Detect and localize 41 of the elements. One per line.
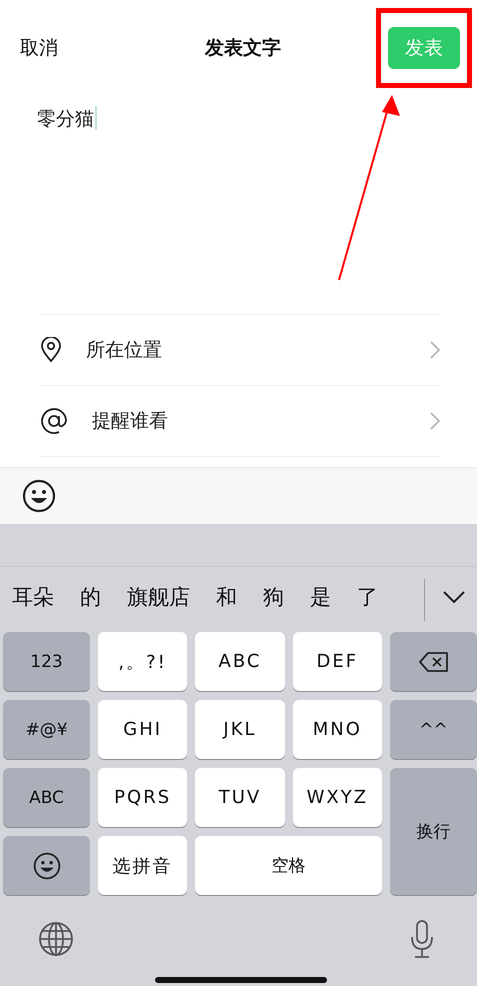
chevron-right-icon	[430, 341, 440, 359]
space-key[interactable]: 空格	[195, 836, 382, 895]
chevron-right-icon	[430, 412, 440, 430]
letter-key[interactable]: ,。?!	[98, 632, 188, 691]
letter-key[interactable]: WXYZ	[292, 768, 382, 827]
letter-key[interactable]: 选拼音	[98, 836, 188, 895]
letter-key[interactable]: GHI	[98, 700, 188, 759]
cancel-button[interactable]: 取消	[20, 35, 58, 61]
option-row[interactable]: 所在位置	[40, 315, 440, 386]
function-key[interactable]: ^^	[390, 700, 477, 759]
candidate-word[interactable]: 狗	[263, 582, 284, 610]
backspace-key[interactable]	[390, 632, 477, 691]
chevron-down-icon[interactable]	[443, 591, 465, 603]
letter-key[interactable]: MNO	[292, 700, 382, 759]
text-cursor	[95, 106, 97, 130]
function-key[interactable]: 123	[3, 632, 90, 691]
letter-key[interactable]: DEF	[292, 632, 382, 691]
return-key[interactable]: 换行	[390, 768, 477, 895]
microphone-icon[interactable]	[409, 919, 435, 959]
candidate-word[interactable]: 耳朵	[12, 582, 54, 610]
function-key[interactable]: ABC	[3, 768, 90, 827]
globe-icon[interactable]	[38, 921, 74, 957]
at-sign-icon	[40, 407, 68, 435]
letter-key[interactable]: JKL	[195, 700, 285, 759]
function-key[interactable]: #@¥	[3, 700, 90, 759]
emoji-icon[interactable]	[22, 479, 56, 513]
letter-key[interactable]: PQRS	[98, 768, 188, 827]
page-title: 发表文字	[205, 36, 281, 61]
letter-key[interactable]: TUV	[195, 768, 285, 827]
location-pin-icon	[40, 337, 62, 363]
candidate-word[interactable]: 了	[357, 582, 378, 610]
backspace-icon	[418, 650, 450, 672]
candidate-word[interactable]: 和	[216, 582, 237, 610]
candidate-word[interactable]: 的	[80, 582, 101, 610]
emoji-icon[interactable]	[32, 852, 60, 880]
emoji-key[interactable]	[3, 836, 90, 895]
letter-key[interactable]: ABC	[195, 632, 285, 691]
candidate-word[interactable]: 旗舰店	[127, 582, 190, 610]
candidate-word[interactable]: 是	[310, 582, 331, 610]
post-text-field[interactable]: 零分猫	[37, 106, 94, 132]
option-row[interactable]: 提醒谁看	[40, 386, 440, 457]
